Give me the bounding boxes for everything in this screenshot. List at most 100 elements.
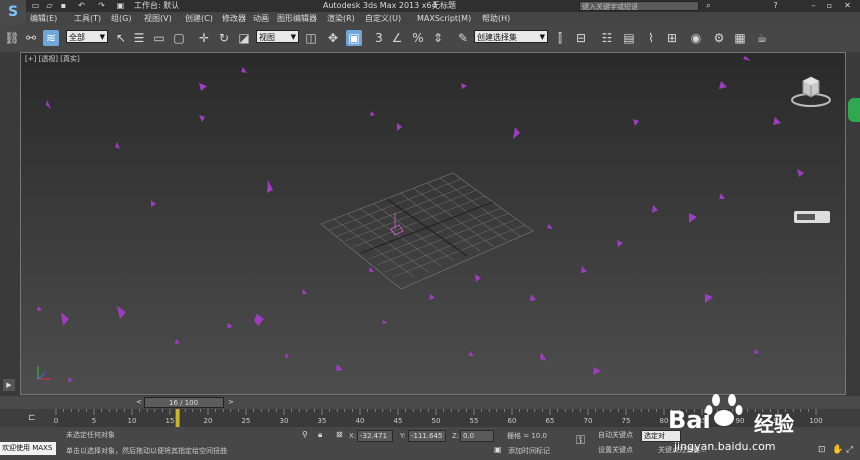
help-icon[interactable]: ? <box>770 1 781 11</box>
layer-manager-icon[interactable]: ☷ <box>599 30 615 46</box>
frame-counter: 16 / 100 <box>169 399 199 407</box>
pan-hand-icon[interactable]: ✋ <box>832 445 843 455</box>
scale-icon[interactable]: ◪ <box>236 30 252 46</box>
menu-views[interactable]: 视图(V) <box>144 12 172 25</box>
set-key-mode-icon[interactable]: ⚿ <box>576 433 585 448</box>
viewcube-icon[interactable] <box>789 73 833 109</box>
named-selection-dropdown[interactable]: 创建选择集 ▼ <box>474 30 548 43</box>
ruler-tick-label: 60 <box>508 417 517 425</box>
time-tag-icon[interactable]: ▣ <box>494 445 502 454</box>
rect-selection-icon[interactable]: ▭ <box>151 30 167 46</box>
auto-key-button[interactable]: 自动关键点 <box>598 429 633 441</box>
maxscript-listener[interactable]: 欢迎使用 MAXS <box>0 442 56 455</box>
align-icon[interactable]: ⊟ <box>573 30 589 46</box>
menu-modifiers[interactable]: 修改器 <box>222 12 246 25</box>
mirror-icon[interactable]: ⫿ <box>552 30 568 46</box>
zoom-extents-icon[interactable]: ⊡ <box>818 445 826 455</box>
select-object-icon[interactable]: ↖ <box>113 30 129 46</box>
unlink-icon[interactable]: ⚯ <box>23 30 39 46</box>
y-coordinate-field[interactable]: -111.645 <box>408 430 446 442</box>
document-title: 无标题 <box>432 1 456 10</box>
expand-panel-icon[interactable]: ▶ <box>3 379 15 391</box>
select-by-name-icon[interactable]: ☰ <box>131 30 147 46</box>
select-manipulate-icon[interactable]: ✥ <box>325 30 341 46</box>
window-crossing-icon[interactable]: ▢ <box>171 30 187 46</box>
prompt-line: 单击以选择对象，然后拖动以便将其指定给空间扭曲 <box>66 447 227 455</box>
ruler-tick-label: 10 <box>128 417 137 425</box>
keyboard-shortcut-toggle-icon[interactable]: ▣ <box>346 30 362 46</box>
time-prev-arrow-icon[interactable]: < <box>136 398 142 406</box>
menu-tools[interactable]: 工具(T) <box>74 12 101 25</box>
time-next-arrow-icon[interactable]: > <box>228 398 234 406</box>
z-coordinate-field[interactable]: 0.0 <box>460 430 494 442</box>
set-key-button[interactable]: 设置关键点 <box>598 444 633 456</box>
spinner-snap-icon[interactable]: ⇕ <box>430 30 446 46</box>
grid-size: 栅格 = 10.0 <box>507 432 547 440</box>
main-toolbar: ⛓ ⚯ ≋ 全部 ▼ ↖ ☰ ▭ ▢ ✛ ↻ ◪ 视图 ▼ ◫ ✥ ▣ 3 ∠ % … <box>0 25 860 53</box>
snaps-toggle-icon[interactable]: 3 <box>371 30 387 46</box>
angle-snap-icon[interactable]: ∠ <box>389 30 405 46</box>
menu-create[interactable]: 创建(C) <box>185 12 213 25</box>
curve-editor-icon[interactable]: ⌇ <box>643 30 659 46</box>
x-coordinate-field[interactable]: -32.471 <box>357 430 393 442</box>
save-file-icon[interactable]: ▪ <box>58 1 69 11</box>
watermark: Bai 经验 jingyan.baidu.com <box>668 388 818 460</box>
time-slider-thumb[interactable]: 16 / 100 <box>144 397 224 408</box>
menu-animation[interactable]: 动画 <box>253 12 269 25</box>
app-logo-icon[interactable]: S <box>0 0 26 25</box>
watermark-brand-2: 经验 <box>754 412 794 436</box>
maximize-viewport-icon[interactable]: ⤢ <box>846 445 853 455</box>
render-teapot-icon[interactable]: ☕ <box>754 30 770 46</box>
selection-filter-dropdown[interactable]: 全部 ▼ <box>66 30 108 43</box>
selection-status: 未选定任何对象 <box>66 431 115 439</box>
move-icon[interactable]: ✛ <box>196 30 212 46</box>
current-frame-marker[interactable] <box>175 409 180 427</box>
workspace-dropdown[interactable]: 工作台: 默认 <box>134 0 179 12</box>
add-time-tag[interactable]: 添加时间标记 <box>508 445 550 457</box>
menu-graph-editors[interactable]: 图形编辑器 <box>277 12 317 25</box>
y-label: Y: <box>400 432 406 440</box>
pivot-center-icon[interactable]: ◫ <box>303 30 319 46</box>
menu-maxscript[interactable]: MAXScript(M) <box>417 12 471 25</box>
ruler-tick-label: 0 <box>54 417 58 425</box>
infocenter-search-field[interactable]: 键入关键字或短语 <box>579 1 699 11</box>
material-editor-icon[interactable]: ◉ <box>688 30 704 46</box>
rotate-icon[interactable]: ↻ <box>216 30 232 46</box>
mini-curve-editor-icon[interactable]: ⊏ <box>28 412 42 424</box>
menu-edit[interactable]: 编辑(E) <box>30 12 57 25</box>
close-icon[interactable]: ✕ <box>842 1 853 11</box>
project-folder-icon[interactable]: ▣ <box>115 1 126 11</box>
menu-help[interactable]: 帮助(H) <box>482 12 510 25</box>
menu-group[interactable]: 组(G) <box>111 12 131 25</box>
bind-space-warp-icon[interactable]: ≋ <box>43 30 59 46</box>
open-file-icon[interactable]: ▱ <box>44 1 55 11</box>
navigation-steering-wheel-icon[interactable] <box>794 211 830 223</box>
isolate-selection-icon[interactable]: ⚲ <box>302 430 308 439</box>
z-label: Z: <box>452 432 460 440</box>
percent-snap-icon[interactable]: % <box>410 30 426 46</box>
select-link-icon[interactable]: ⛓ <box>4 30 20 46</box>
menu-rendering[interactable]: 渲染(R) <box>327 12 355 25</box>
selection-lock-icon[interactable]: 🔒︎ <box>318 430 322 440</box>
rendered-frame-window-icon[interactable]: ▦ <box>732 30 748 46</box>
edit-named-selection-icon[interactable]: ✎ <box>455 30 471 46</box>
menu-customize[interactable]: 自定义(U) <box>365 12 401 25</box>
reference-coordinate-dropdown[interactable]: 视图 ▼ <box>256 30 299 43</box>
minimize-icon[interactable]: – <box>808 1 819 11</box>
undo-icon[interactable]: ↶ <box>76 1 87 11</box>
command-panel-tab-icon[interactable] <box>848 98 860 122</box>
render-setup-icon[interactable]: ⚙ <box>711 30 727 46</box>
perspective-viewport[interactable]: [+] [透视] [真实] <box>20 52 846 395</box>
schematic-view-icon[interactable]: ⊞ <box>664 30 680 46</box>
ruler-tick-label: 40 <box>356 417 365 425</box>
left-panel-strip <box>0 52 20 395</box>
absolute-mode-icon[interactable]: ⊠ <box>336 430 343 439</box>
watermark-brand: Bai <box>668 406 711 434</box>
ruler-tick-label: 5 <box>92 417 96 425</box>
redo-icon[interactable]: ↷ <box>96 1 107 11</box>
search-icon[interactable]: ⌕ <box>703 1 714 11</box>
graphite-ribbon-icon[interactable]: ▤ <box>621 30 637 46</box>
new-file-icon[interactable]: ▭ <box>30 1 41 11</box>
x-label: X: <box>349 432 357 440</box>
restore-icon[interactable]: ▫ <box>824 1 835 11</box>
